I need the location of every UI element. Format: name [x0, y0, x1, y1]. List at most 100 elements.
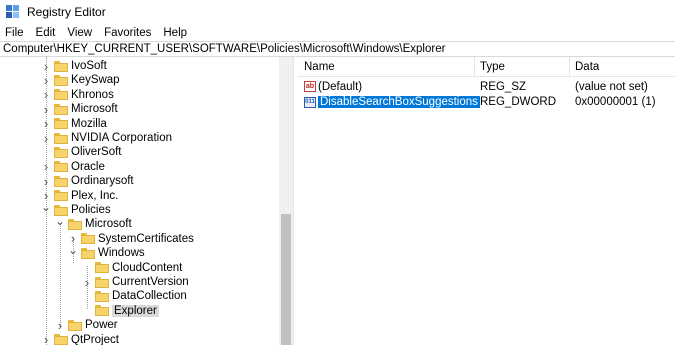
tree-item-systemcertificates[interactable]: › SystemCertificates: [68, 231, 194, 246]
column-name[interactable]: Name: [304, 61, 335, 73]
value-type: REG_DWORD: [480, 96, 557, 108]
tree-item-cloudcontent[interactable]: CloudContent: [82, 261, 182, 275]
chevron-right-icon[interactable]: ›: [41, 174, 51, 189]
tree-scrollbar-thumb[interactable]: [281, 214, 291, 345]
column-divider[interactable]: [474, 57, 475, 77]
tree-item-label: QtProject: [71, 333, 119, 345]
registry-editor-icon: [6, 5, 20, 19]
tree-item-label: SystemCertificates: [98, 232, 194, 245]
tree-item-keyswap[interactable]: › KeySwap: [41, 73, 120, 88]
values-list: Name Type Data ab (Default) REG_SZ (value n…: [298, 57, 675, 345]
menu-favorites[interactable]: Favorites: [98, 27, 157, 39]
title-bar: Registry Editor: [0, 0, 675, 24]
chevron-right-icon[interactable]: ›: [41, 131, 51, 146]
tree-item-mozilla[interactable]: › Mozilla: [41, 116, 107, 131]
tree-scrollbar[interactable]: [279, 57, 293, 345]
tree-item-label: DataCollection: [112, 290, 187, 303]
value-type: REG_SZ: [480, 80, 527, 93]
folder-icon: [54, 74, 68, 86]
key-tree[interactable]: › IvoSoft › KeySwap › Khronos › Microsoft › Mozil…: [0, 57, 293, 345]
tree-item-plex-inc[interactable]: › Plex, Inc.: [41, 188, 119, 203]
tree-guide-line: [60, 223, 61, 327]
tree-item-microsoft[interactable]: ⌄ Microsoft: [55, 214, 132, 231]
tree-item-qtproject[interactable]: › QtProject: [41, 332, 119, 345]
tree-item-label: Power: [85, 319, 118, 332]
value-name: DisableSearchBoxSuggestions: [317, 95, 481, 109]
value-data: (value not set): [575, 80, 648, 93]
chevron-right-icon[interactable]: ›: [41, 73, 51, 88]
tree-item-label: Mozilla: [71, 117, 107, 130]
tree-item-label: Plex, Inc.: [71, 189, 119, 202]
value-name: (Default): [318, 80, 363, 93]
folder-icon: [81, 247, 95, 259]
tree-item-nvidia-corporation[interactable]: › NVIDIA Corporation: [41, 131, 172, 146]
tree-item-windows[interactable]: ⌄ Windows: [68, 243, 145, 260]
chevron-right-icon[interactable]: ›: [41, 102, 51, 117]
dword-value-icon: 011: [304, 96, 316, 108]
tree-item-label: Ordinarysoft: [71, 175, 134, 188]
folder-icon: [95, 276, 109, 288]
chevron-right-icon[interactable]: ›: [55, 318, 65, 333]
value-name-cell[interactable]: ab (Default): [304, 79, 362, 94]
string-value-icon: ab: [304, 81, 316, 92]
value-data: 0x00000001 (1): [575, 96, 656, 108]
menu-view[interactable]: View: [61, 27, 98, 39]
menu-edit[interactable]: Edit: [30, 27, 62, 39]
menu-file[interactable]: File: [0, 27, 30, 39]
tree-item-oracle[interactable]: › Oracle: [41, 159, 105, 174]
tree-item-label: Explorer: [112, 304, 159, 317]
value-row[interactable]: 011 DisableSearchBoxSuggestions REG_DWORD 0…: [298, 95, 675, 110]
tree-item-currentversion[interactable]: › CurrentVersion: [82, 275, 189, 290]
tree-item-label: Khronos: [71, 88, 114, 101]
list-header: Name Type Data: [298, 57, 675, 77]
folder-icon: [54, 103, 68, 115]
tree-item-microsoft[interactable]: › Microsoft: [41, 102, 118, 117]
chevron-down-icon[interactable]: ⌄: [68, 243, 78, 257]
chevron-down-icon[interactable]: ⌄: [41, 200, 51, 214]
address-path[interactable]: Computer\HKEY_CURRENT_USER\SOFTWARE\Poli…: [3, 43, 445, 55]
chevron-right-icon[interactable]: ›: [41, 59, 51, 74]
folder-icon: [54, 132, 68, 144]
chevron-right-icon[interactable]: ›: [41, 159, 51, 174]
folder-icon: [54, 161, 68, 173]
tree-item-ivosoft[interactable]: › IvoSoft: [41, 59, 107, 74]
chevron-right-icon[interactable]: ›: [82, 275, 92, 290]
folder-icon: [95, 305, 109, 317]
chevron-down-icon[interactable]: ⌄: [55, 214, 65, 228]
folder-icon: [54, 89, 68, 101]
tree-item-label: Windows: [98, 247, 145, 260]
column-type[interactable]: Type: [480, 61, 505, 73]
tree-item-datacollection[interactable]: DataCollection: [82, 289, 187, 303]
column-divider[interactable]: [569, 57, 570, 77]
tree-item-label: CloudContent: [112, 261, 183, 274]
folder-icon: [81, 233, 95, 245]
tree-item-label: NVIDIA Corporation: [71, 132, 172, 144]
menu-help[interactable]: Help: [157, 27, 193, 39]
tree-item-explorer[interactable]: Explorer: [82, 304, 159, 318]
address-bar[interactable]: Computer\HKEY_CURRENT_USER\SOFTWARE\Poli…: [0, 41, 675, 57]
column-data[interactable]: Data: [575, 61, 599, 73]
folder-icon: [68, 218, 82, 230]
tree-item-label: CurrentVersion: [112, 276, 189, 288]
chevron-right-icon[interactable]: ›: [41, 116, 51, 131]
tree-item-ordinarysoft[interactable]: › Ordinarysoft: [41, 174, 134, 189]
tree-item-policies[interactable]: ⌄ Policies: [41, 200, 111, 217]
tree-item-oliversoft[interactable]: OliverSoft: [41, 145, 122, 159]
value-row[interactable]: ab (Default) REG_SZ (value not set): [298, 79, 675, 94]
chevron-right-icon[interactable]: ›: [41, 87, 51, 102]
folder-icon: [95, 262, 109, 274]
tree-item-label: Microsoft: [85, 218, 132, 231]
value-name-cell[interactable]: 011 DisableSearchBoxSuggestions: [304, 95, 481, 110]
folder-icon: [54, 60, 68, 72]
folder-icon: [95, 290, 109, 302]
tree-item-label: OliverSoft: [71, 146, 122, 159]
tree-item-label: IvoSoft: [71, 60, 107, 72]
chevron-right-icon[interactable]: ›: [41, 332, 51, 345]
tree-item-power[interactable]: › Power: [55, 318, 118, 333]
folder-icon: [54, 190, 68, 202]
tree-item-khronos[interactable]: › Khronos: [41, 87, 114, 102]
